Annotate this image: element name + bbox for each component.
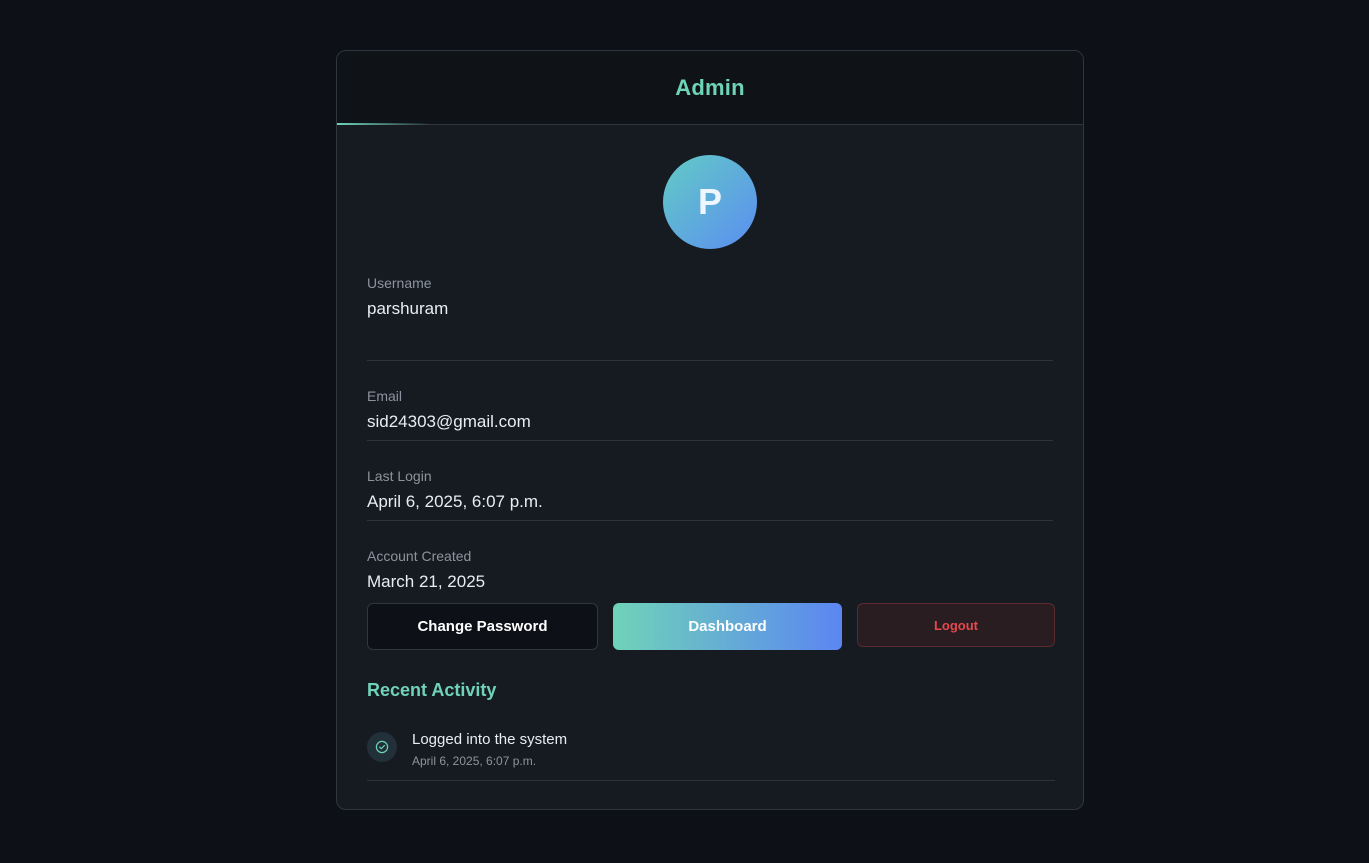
field-label: Account Created bbox=[367, 548, 472, 564]
header-accent-line bbox=[337, 123, 432, 125]
change-password-button[interactable]: Change Password bbox=[367, 603, 598, 650]
field-label: Last Login bbox=[367, 468, 432, 484]
field-last-login: Last Login April 6, 2025, 6:07 p.m. bbox=[367, 441, 1053, 521]
profile-card: Admin P Username parshuram Email sid2430… bbox=[336, 50, 1084, 810]
field-value: March 21, 2025 bbox=[367, 572, 486, 591]
check-circle-icon bbox=[367, 732, 397, 762]
field-label: Username bbox=[367, 275, 432, 291]
field-value: April 6, 2025, 6:07 p.m. bbox=[367, 492, 543, 511]
field-value: sid24303@gmail.com bbox=[367, 412, 531, 431]
field-value: parshuram bbox=[367, 299, 449, 318]
profile-fields: Username parshuram Email sid24303@gmail.… bbox=[367, 274, 1053, 601]
field-username: Username parshuram bbox=[367, 274, 1053, 361]
field-account-created: Account Created March 21, 2025 bbox=[367, 521, 1053, 601]
avatar-initial: P bbox=[697, 181, 722, 222]
avatar: P bbox=[663, 155, 757, 249]
logout-button[interactable]: Logout bbox=[857, 603, 1055, 647]
field-label: Email bbox=[367, 388, 403, 404]
recent-activity-heading: Recent Activity bbox=[367, 680, 497, 700]
card-body: P Username parshuram Email sid24303@gmai… bbox=[337, 125, 1083, 601]
activity-text: Logged into the system bbox=[412, 731, 568, 748]
card-header: Admin bbox=[337, 51, 1083, 125]
activity-time: April 6, 2025, 6:07 p.m. bbox=[412, 754, 537, 768]
page-title: Admin bbox=[675, 74, 745, 100]
dashboard-button[interactable]: Dashboard bbox=[613, 603, 842, 650]
action-buttons: Change Password Dashboard Logout bbox=[367, 603, 1055, 651]
list-item: Logged into the system April 6, 2025, 6:… bbox=[367, 719, 1055, 781]
field-email: Email sid24303@gmail.com bbox=[367, 361, 1053, 441]
